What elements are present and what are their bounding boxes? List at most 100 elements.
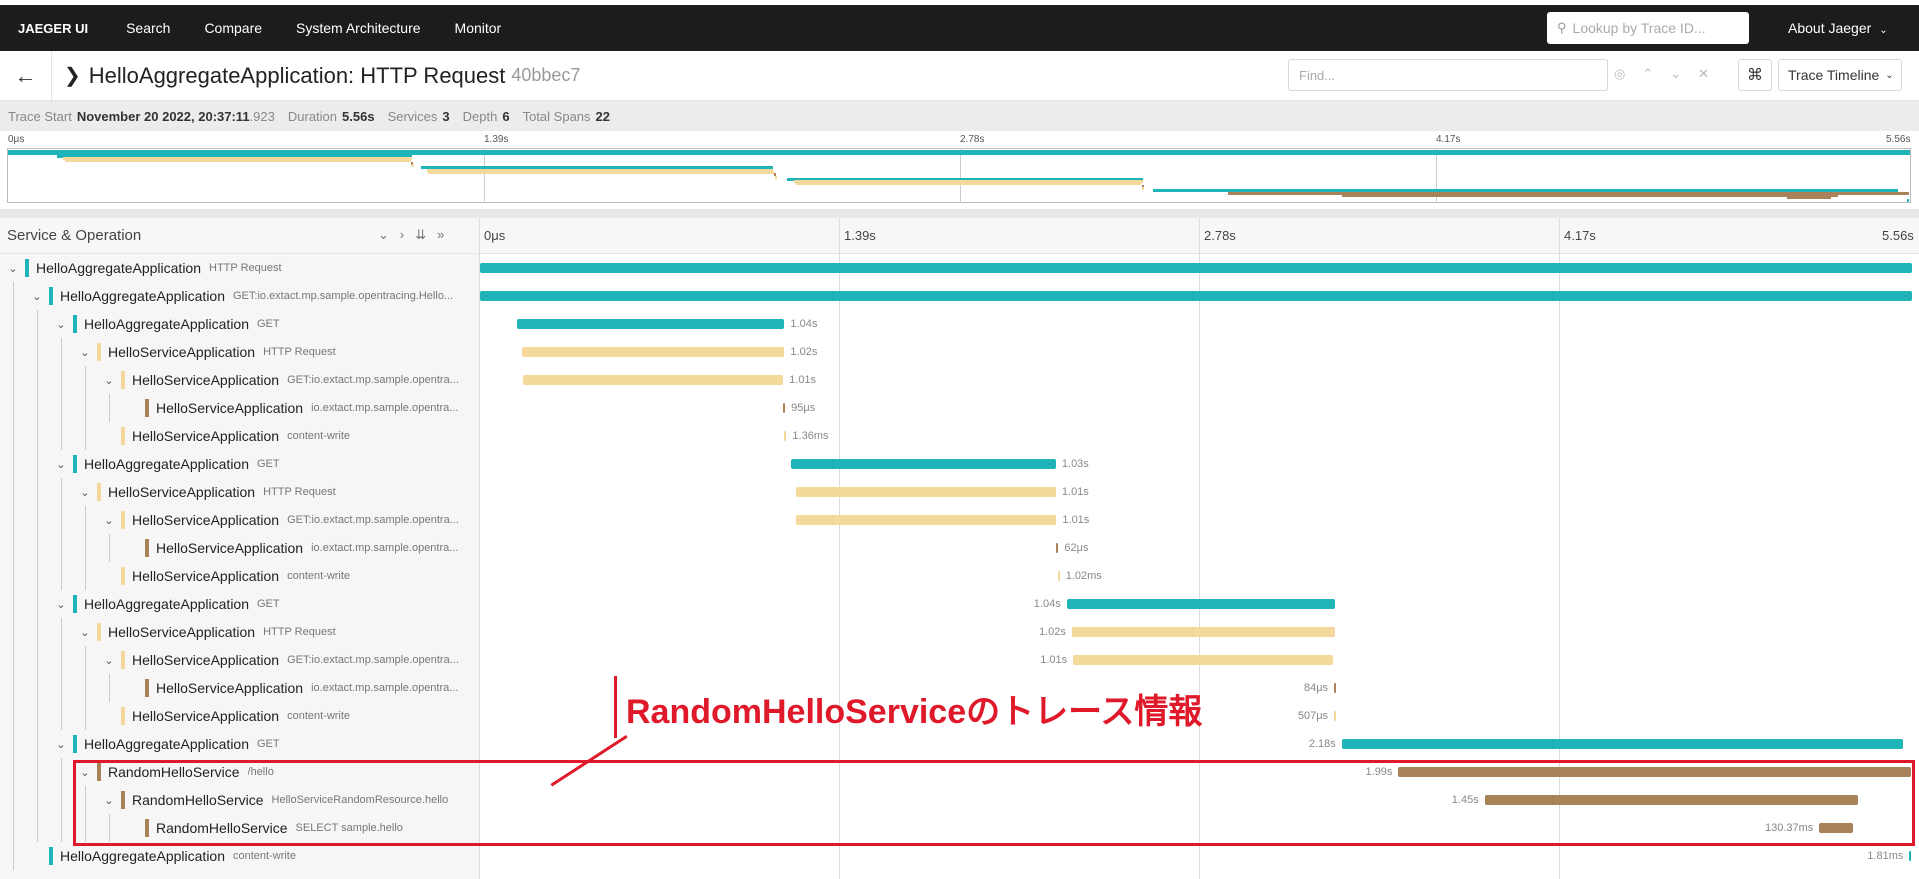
span-name-cell[interactable]: ⌄ HelloServiceApplication HTTP Request	[78, 338, 480, 366]
span-row[interactable]: ⌄ HelloServiceApplication GET:io.extact.mp…	[0, 366, 1919, 394]
trace-minimap[interactable]: 0μs 1.39s 2.78s 4.17s 5.56s	[0, 131, 1919, 209]
span-row[interactable]: HelloServiceApplication io.extact.mp.samp…	[0, 394, 1919, 422]
span-row[interactable]: HelloAggregateApplication content-write 1.…	[0, 842, 1919, 870]
nav-system-architecture[interactable]: System Architecture	[296, 20, 421, 36]
chevron-down-icon[interactable]: ⌄	[54, 458, 68, 471]
span-bar[interactable]	[790, 459, 1056, 469]
tree-indent-guide	[13, 534, 14, 562]
span-name-cell[interactable]: ⌄ HelloAggregateApplication GET:io.extact.…	[30, 282, 480, 310]
back-arrow-icon[interactable]: ←	[0, 50, 52, 101]
trace-id-lookup-input[interactable]: ⚲ Lookup by Trace ID...	[1547, 12, 1749, 44]
locate-icon[interactable]: ◎	[1614, 66, 1625, 82]
span-row[interactable]: ⌄ HelloServiceApplication HTTP Request 1.02…	[0, 338, 1919, 366]
chevron-down-icon: ⌄	[1879, 25, 1888, 36]
collapse-all-icon[interactable]: ⇊	[415, 227, 426, 243]
nav-search[interactable]: Search	[126, 20, 170, 36]
collapse-chevron-icon[interactable]: ❯	[64, 63, 81, 88]
span-bar[interactable]	[523, 375, 784, 385]
span-bar[interactable]	[796, 515, 1057, 525]
tree-indent-guide	[37, 786, 38, 814]
span-row[interactable]: ⌄ HelloAggregateApplication GET:io.extact.…	[0, 282, 1919, 310]
brand-logo[interactable]: JAEGER UI	[18, 21, 88, 36]
span-row[interactable]: ⌄ HelloServiceApplication HTTP Request 1.01…	[0, 478, 1919, 506]
span-name-cell[interactable]: HelloServiceApplication io.extact.mp.samp…	[126, 674, 480, 702]
expand-one-icon[interactable]: ›	[400, 227, 404, 243]
nav-compare[interactable]: Compare	[204, 20, 262, 36]
span-operation-name: content-write	[287, 570, 351, 582]
chevron-down-icon[interactable]: ⌄	[102, 654, 116, 667]
span-row[interactable]: HelloServiceApplication content-write 1.36…	[0, 422, 1919, 450]
span-bar[interactable]	[1334, 711, 1337, 721]
chevron-down-icon[interactable]: ⌄	[78, 626, 92, 639]
chevron-down-icon[interactable]: ⌄	[6, 262, 20, 275]
span-row[interactable]: ⌄ HelloAggregateApplication GET 1.04s	[0, 590, 1919, 618]
span-bar[interactable]	[480, 263, 1912, 273]
span-name-cell[interactable]: ⌄ HelloAggregateApplication HTTP Request	[6, 254, 480, 282]
span-name-cell[interactable]: ⌄ HelloAggregateApplication GET	[54, 310, 480, 338]
chevron-down-icon[interactable]: ⌄	[54, 318, 68, 331]
span-bar[interactable]	[1909, 851, 1912, 861]
view-mode-dropdown[interactable]: Trace Timeline ⌄	[1778, 59, 1902, 91]
chevron-down-icon[interactable]: ⌄	[78, 346, 92, 359]
span-bar[interactable]	[1341, 739, 1904, 749]
span-row[interactable]: ⌄ HelloServiceApplication GET:io.extact.mp…	[0, 506, 1919, 534]
span-bar[interactable]	[1056, 543, 1059, 553]
span-bar[interactable]	[1071, 627, 1335, 637]
find-input[interactable]: Find... ◎ ⌃ ⌄ ✕	[1288, 59, 1709, 91]
span-bar[interactable]	[1066, 599, 1335, 609]
span-row[interactable]: ⌄ HelloAggregateApplication HTTP Request	[0, 254, 1919, 282]
span-row[interactable]: ⌄ HelloAggregateApplication GET 2.18s	[0, 730, 1919, 758]
chevron-down-icon[interactable]: ⌄	[78, 486, 92, 499]
tree-indent-guide	[85, 506, 86, 534]
chevron-down-icon[interactable]: ⌄	[30, 290, 44, 303]
span-duration-label: 1.02s	[790, 346, 818, 358]
span-name-cell[interactable]: ⌄ HelloServiceApplication GET:io.extact.mp…	[102, 646, 480, 674]
span-name-cell[interactable]: ⌄ HelloServiceApplication HTTP Request	[78, 478, 480, 506]
clear-icon[interactable]: ✕	[1698, 66, 1709, 82]
span-name-cell[interactable]: ⌄ HelloAggregateApplication GET	[54, 730, 480, 758]
span-operation-name: HTTP Request	[263, 486, 336, 498]
expand-all-icon[interactable]: »	[437, 227, 444, 243]
chevron-down-icon[interactable]: ⌄	[102, 514, 116, 527]
span-bar[interactable]	[795, 487, 1056, 497]
span-name-cell[interactable]: HelloServiceApplication content-write	[102, 562, 480, 590]
span-name-cell[interactable]: ⌄ HelloServiceApplication GET:io.extact.mp…	[102, 366, 480, 394]
span-row[interactable]: ⌄ HelloAggregateApplication GET 1.04s	[0, 310, 1919, 338]
span-name-cell[interactable]: ⌄ HelloAggregateApplication GET	[54, 590, 480, 618]
span-bar[interactable]	[1334, 683, 1337, 693]
span-row[interactable]: HelloServiceApplication io.extact.mp.samp…	[0, 534, 1919, 562]
span-name-cell[interactable]: HelloServiceApplication io.extact.mp.samp…	[126, 394, 480, 422]
nav-monitor[interactable]: Monitor	[455, 20, 502, 36]
span-bar[interactable]	[521, 347, 785, 357]
chevron-down-icon[interactable]: ⌄	[54, 598, 68, 611]
span-name-cell[interactable]: HelloServiceApplication io.extact.mp.samp…	[126, 534, 480, 562]
span-row[interactable]: ⌄ HelloServiceApplication GET:io.extact.mp…	[0, 646, 1919, 674]
span-name-cell[interactable]: ⌄ HelloServiceApplication GET:io.extact.mp…	[102, 506, 480, 534]
collapse-one-icon[interactable]: ⌄	[378, 227, 389, 243]
prev-match-icon[interactable]: ⌃	[1642, 66, 1653, 82]
span-bar[interactable]	[783, 403, 786, 413]
next-match-icon[interactable]: ⌄	[1670, 66, 1681, 82]
keyboard-shortcuts-icon[interactable]: ⌘	[1738, 59, 1772, 91]
tree-indent-guide	[13, 338, 14, 366]
about-jaeger-menu[interactable]: About Jaeger ⌄	[1788, 20, 1888, 36]
span-row[interactable]: ⌄ HelloAggregateApplication GET 1.03s	[0, 450, 1919, 478]
minimap-span-bar	[412, 163, 415, 167]
chevron-down-icon[interactable]: ⌄	[54, 738, 68, 751]
span-name-cell[interactable]: HelloServiceApplication content-write	[102, 422, 480, 450]
span-name-cell[interactable]: ⌄ HelloServiceApplication HTTP Request	[78, 618, 480, 646]
span-name-cell[interactable]: HelloServiceApplication content-write	[102, 702, 480, 730]
span-row[interactable]: ⌄ HelloServiceApplication HTTP Request 1.02…	[0, 618, 1919, 646]
total-spans-label: Total Spans	[522, 108, 591, 124]
span-bar[interactable]	[1057, 571, 1060, 581]
span-bar[interactable]	[516, 319, 785, 329]
tree-indent-guide	[13, 814, 14, 842]
span-bar[interactable]	[480, 291, 1912, 301]
span-bar[interactable]	[1073, 655, 1334, 665]
chevron-down-icon[interactable]: ⌄	[102, 374, 116, 387]
span-bar[interactable]	[784, 431, 787, 441]
span-name-cell[interactable]: HelloAggregateApplication content-write	[30, 842, 480, 870]
span-row[interactable]: HelloServiceApplication content-write 1.02…	[0, 562, 1919, 590]
span-name-cell[interactable]: ⌄ HelloAggregateApplication GET	[54, 450, 480, 478]
minimap-gridline	[960, 148, 961, 203]
